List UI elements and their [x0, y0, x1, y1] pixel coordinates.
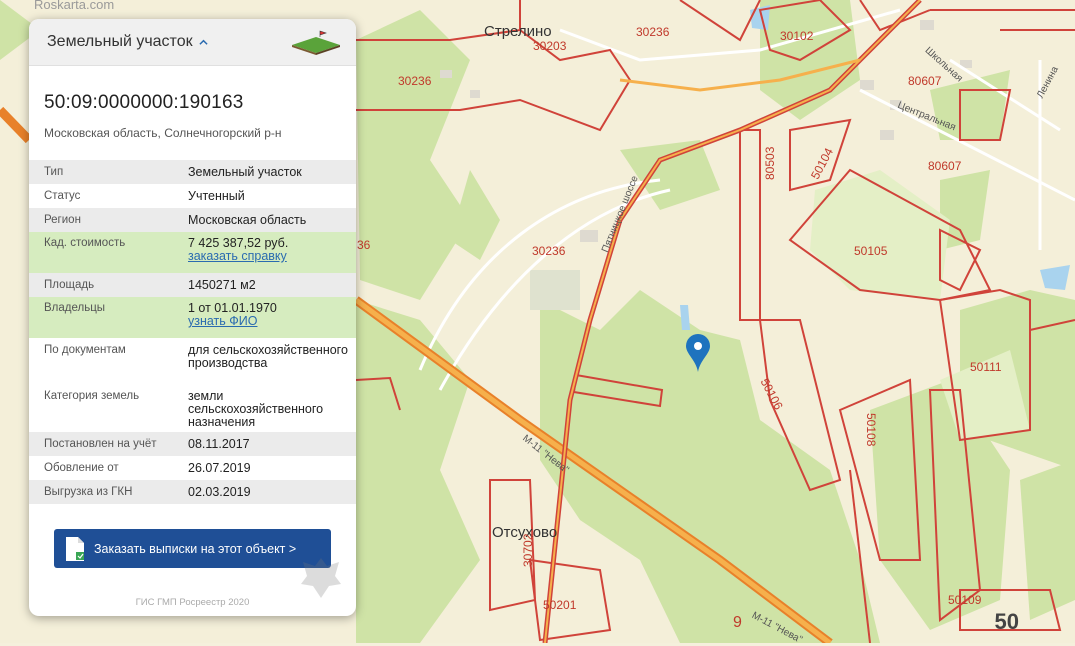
zone-label: 50109 — [948, 593, 982, 607]
order-certificate-link[interactable]: заказать справку — [188, 249, 287, 263]
table-row: По документам для сельскохозяйственного … — [29, 338, 356, 385]
row-value: 08.11.2017 — [188, 437, 250, 451]
document-icon — [66, 536, 84, 561]
zone-label: 30236 — [532, 244, 566, 258]
zone-label: 50105 — [854, 244, 888, 258]
zone-label: 80503 — [763, 146, 777, 180]
row-key: Тип — [44, 166, 64, 178]
zone-label: 30102 — [780, 29, 814, 43]
zone-label: 36 — [357, 238, 371, 252]
row-value: 1 от 01.01.1970 узнать ФИО — [188, 302, 348, 338]
table-row: Кад. стоимость 7 425 387,52 руб. заказат… — [29, 232, 356, 273]
owners-count: 1 от 01.01.1970 — [188, 301, 277, 315]
zone-label: 30203 — [533, 39, 567, 53]
row-value: для сельскохозяйственного производства — [188, 343, 348, 370]
row-key: Обовление от — [44, 462, 119, 474]
table-row: Категория земель земли сельскохозяйствен… — [29, 385, 356, 432]
panel-footer: ГИС ГМП Росреестр 2020 — [135, 597, 250, 608]
row-value: 1450271 м2 — [188, 278, 256, 292]
row-key: Категория земель — [44, 390, 140, 402]
table-row: Тип Земельный участок — [29, 160, 356, 184]
region-number: 50 — [994, 609, 1019, 634]
row-key: Статус — [44, 190, 81, 202]
table-row: Статус Учтенный — [29, 184, 356, 208]
table-row: Площадь 1450271 м2 — [29, 273, 356, 297]
zone-label: 50108 — [864, 413, 878, 447]
row-value: 7 425 387,52 руб. заказать справку — [188, 237, 348, 273]
chevron-up-icon[interactable] — [199, 38, 208, 47]
find-owner-link[interactable]: узнать ФИО — [188, 314, 257, 328]
row-value: Учтенный — [188, 189, 245, 203]
table-row: Владельцы 1 от 01.01.1970 узнать ФИО — [29, 297, 356, 338]
zone-label: 9 — [733, 614, 742, 631]
zone-label: 30702 — [521, 533, 535, 567]
cadastral-number: 50:09:0000000:190163 — [44, 92, 244, 113]
row-key: Регион — [44, 214, 81, 226]
zone-label: 30236 — [636, 25, 670, 39]
zone-label: 80607 — [908, 74, 942, 88]
table-row: Обовление от 26.07.2019 — [29, 456, 356, 480]
parcel-info-panel: Земельный участок 50:09:0000000:190163 М… — [29, 19, 356, 616]
row-key: Площадь — [44, 279, 95, 291]
order-button-label: Заказать выписки на этот объект > — [94, 541, 297, 556]
zone-label: 50201 — [543, 598, 577, 612]
parcel-address: Московская область, Солнечногорский р-н — [44, 126, 282, 140]
order-extract-button[interactable]: Заказать выписки на этот объект > — [54, 529, 331, 568]
row-value: 26.07.2019 — [188, 461, 251, 475]
land-parcel-icon — [292, 30, 340, 55]
emblem-icon — [301, 558, 341, 598]
row-key: Выгрузка из ГКН — [44, 486, 133, 498]
table-row: Постановлен на учёт 08.11.2017 — [29, 432, 356, 456]
table-row: Регион Московская область — [29, 208, 356, 232]
row-key: Постановлен на учёт — [44, 438, 157, 450]
row-value: 02.03.2019 — [188, 485, 251, 499]
row-key: Кад. стоимость — [44, 237, 126, 249]
row-value: Московская область — [188, 213, 307, 227]
place-label-strelino: Стрелино — [484, 23, 552, 40]
zone-label: 30236 — [398, 74, 432, 88]
site-watermark: Roskarta.com — [34, 0, 115, 12]
row-value: Земельный участок — [188, 165, 302, 179]
panel-title: Земельный участок — [47, 33, 193, 50]
zone-label: 80607 — [928, 159, 962, 173]
row-value: земли сельскохозяйственного назначения — [188, 389, 324, 429]
panel-header[interactable]: Земельный участок — [29, 19, 356, 66]
cadastral-cost: 7 425 387,52 руб. — [188, 236, 289, 250]
properties-table: Тип Земельный участок Статус Учтенный Ре… — [29, 160, 356, 504]
table-row: Выгрузка из ГКН 02.03.2019 — [29, 480, 356, 504]
zone-label: 50111 — [970, 360, 1002, 374]
row-key: По документам — [44, 344, 126, 356]
row-key: Владельцы — [44, 302, 106, 314]
